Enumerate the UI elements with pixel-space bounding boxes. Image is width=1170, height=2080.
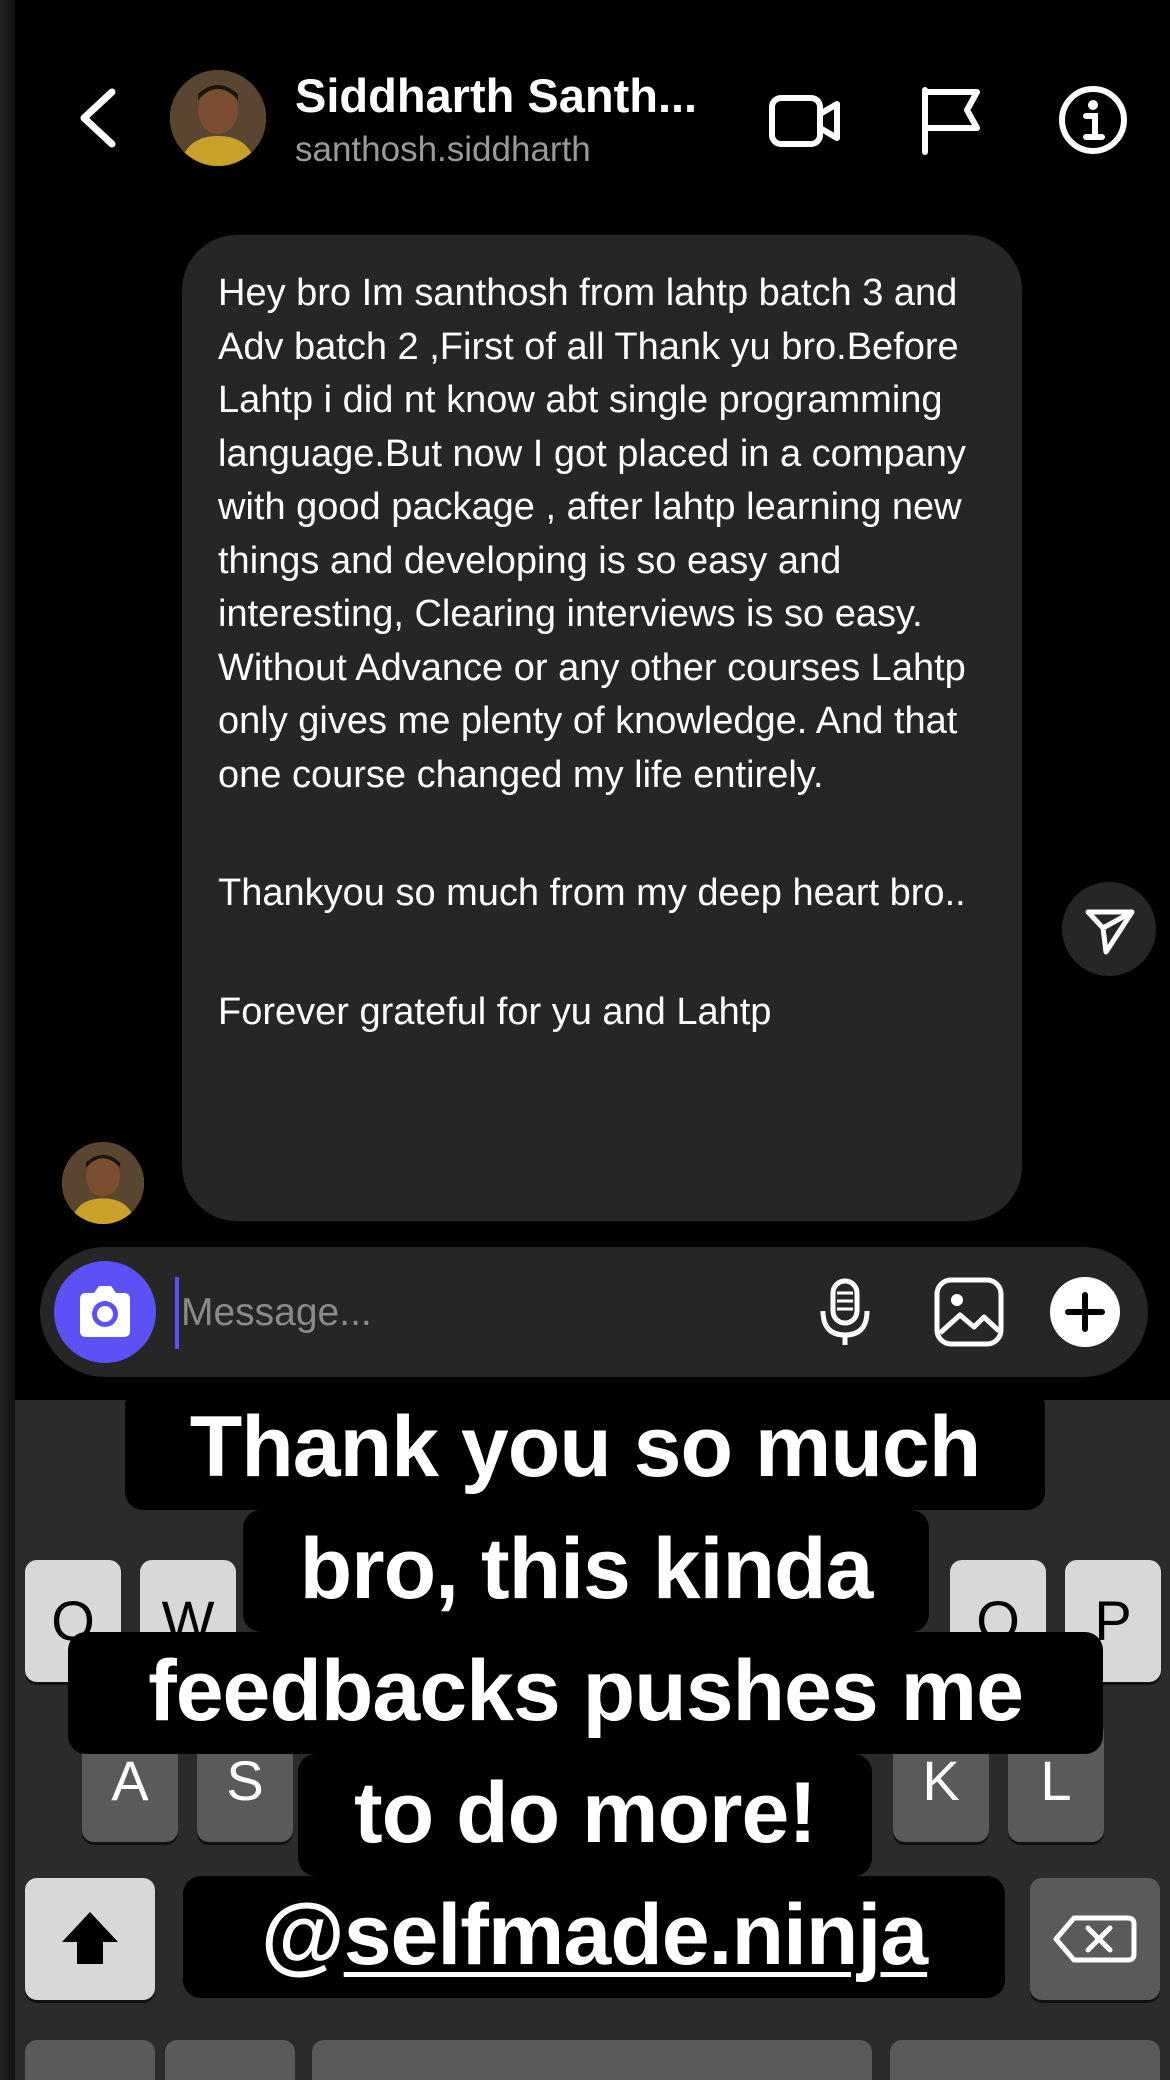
message-input[interactable] [175, 1277, 763, 1349]
caption-line-4: to do more! [298, 1754, 872, 1876]
numbers-key[interactable] [25, 2040, 155, 2080]
image-icon [934, 1277, 1004, 1347]
message-paragraph: Forever grateful for yu and Lahtp [218, 990, 772, 1033]
composer-area [15, 1232, 1170, 1400]
more-button[interactable] [1048, 1275, 1122, 1349]
emoji-key[interactable] [165, 2040, 295, 2080]
chevron-left-icon [80, 88, 116, 148]
voice-button[interactable] [808, 1275, 882, 1349]
caption-line-3: feedbacks pushes me [68, 1632, 1103, 1754]
contact-username: santhosh.siddharth [295, 130, 591, 169]
avatar-image [62, 1142, 144, 1224]
send-icon [1085, 909, 1135, 955]
mention-at: @ [260, 1887, 345, 1983]
caption-line-2: bro, this kinda [243, 1510, 929, 1632]
message-bubble[interactable]: Hey bro Im santhosh from lahtp batch 3 a… [182, 235, 1022, 1221]
dm-screen: Siddharth Santh... santhosh.siddharth He… [0, 0, 1170, 2080]
plus-icon [1050, 1277, 1120, 1347]
message-paragraph: Thankyou so much from my deep heart bro.… [218, 872, 966, 914]
avatar[interactable] [170, 70, 266, 166]
message-composer [40, 1247, 1148, 1377]
backspace-icon [1053, 1915, 1137, 1963]
camera-icon [80, 1286, 130, 1337]
space-key[interactable] [312, 2040, 872, 2080]
report-button[interactable] [913, 82, 989, 158]
avatar-image [170, 70, 266, 166]
caption-line-1: Thank you so much [125, 1388, 1045, 1510]
return-key[interactable] [890, 2040, 1160, 2080]
info-icon [1059, 86, 1127, 154]
left-edge [0, 0, 15, 2080]
caption-mention[interactable]: @selfmade.ninja [183, 1876, 1005, 1998]
info-button[interactable] [1055, 82, 1131, 158]
mention-handle[interactable]: selfmade.ninja [344, 1887, 928, 1983]
video-camera-icon [769, 95, 840, 147]
microphone-icon [820, 1278, 870, 1345]
back-button[interactable] [70, 78, 130, 158]
contact-name[interactable]: Siddharth Santh... [295, 68, 735, 123]
flag-icon [922, 87, 980, 155]
shift-icon [62, 1912, 118, 1964]
camera-button[interactable] [54, 1261, 156, 1363]
message-paragraph: Hey bro Im santhosh from lahtp batch 3 a… [218, 272, 966, 796]
gallery-button[interactable] [932, 1275, 1006, 1349]
share-button[interactable] [1062, 882, 1156, 976]
shift-key[interactable] [25, 1878, 155, 2000]
message-thread: Hey bro Im santhosh from lahtp batch 3 a… [15, 200, 1170, 1250]
sender-avatar[interactable] [62, 1142, 144, 1224]
chat-header: Siddharth Santh... santhosh.siddharth [15, 0, 1170, 201]
backspace-key[interactable] [1030, 1878, 1160, 2000]
video-call-button[interactable] [767, 82, 843, 158]
